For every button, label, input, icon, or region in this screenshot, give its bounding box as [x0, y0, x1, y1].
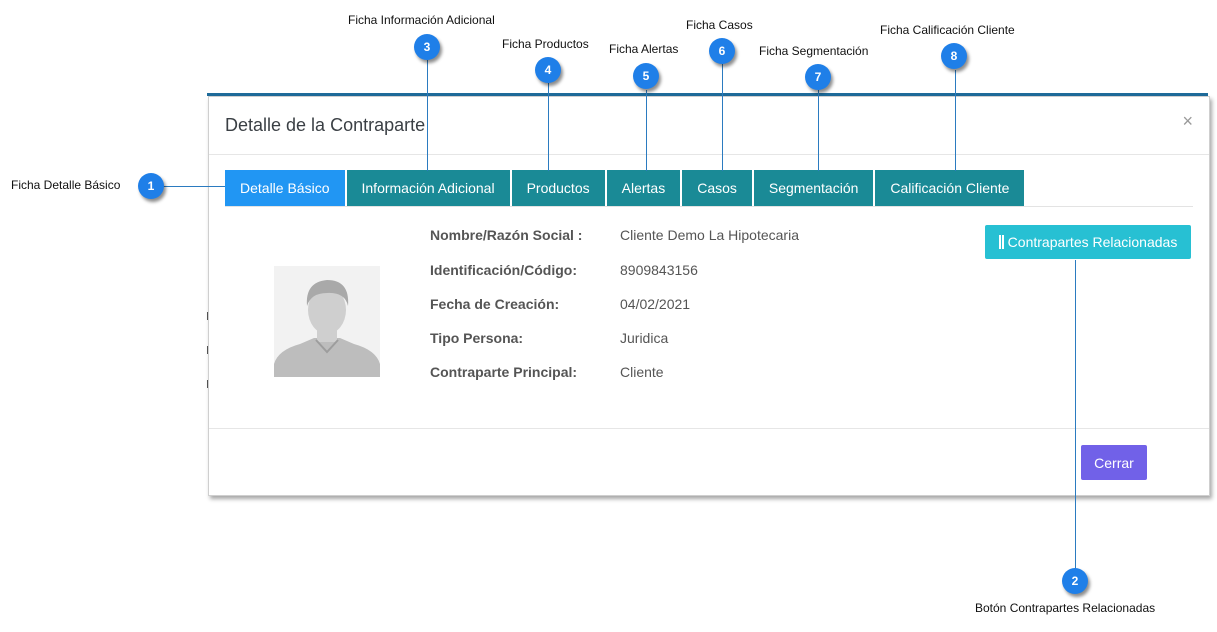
- callout-label-8: Ficha Calificación Cliente: [880, 23, 1015, 37]
- tab-divider: [225, 206, 1193, 207]
- callout-label-6: Ficha Casos: [686, 18, 753, 32]
- field-label-main-counterparty: Contraparte Principal:: [430, 364, 578, 380]
- callout-label-4: Ficha Productos: [502, 37, 589, 51]
- callout-label-3: Ficha Información Adicional: [348, 13, 495, 27]
- callout-badge-1: 1: [138, 173, 164, 199]
- callout-line-8: [955, 70, 956, 171]
- field-value-id: 8909843156: [620, 262, 698, 278]
- tab-informacion-adicional[interactable]: Información Adicional: [346, 170, 510, 206]
- field-label-name: Nombre/Razón Social :: [430, 227, 583, 243]
- tab-segmentacion[interactable]: Segmentación: [753, 170, 874, 206]
- modal-header: Detalle de la Contraparte ×: [209, 97, 1209, 155]
- columns-icon: [998, 235, 1004, 249]
- field-value-main-counterparty: Cliente: [620, 364, 664, 380]
- field-value-person-type: Juridica: [620, 330, 669, 346]
- field-label-created: Fecha de Creación:: [430, 296, 560, 312]
- field-label-id: Identificación/Código:: [430, 262, 577, 278]
- callout-label-2: Botón Contrapartes Relacionadas: [975, 601, 1156, 615]
- callout-line-3: [427, 60, 428, 171]
- callout-badge-4: 4: [535, 57, 561, 83]
- related-counterparties-label: Contrapartes Relacionadas: [1007, 234, 1178, 250]
- callout-label-5: Ficha Alertas: [609, 42, 679, 56]
- tab-casos[interactable]: Casos: [682, 170, 752, 206]
- tab-alertas[interactable]: Alertas: [606, 170, 681, 206]
- related-counterparties-button[interactable]: Contrapartes Relacionadas: [985, 225, 1191, 259]
- close-icon[interactable]: ×: [1182, 111, 1193, 132]
- callout-label-1: Ficha Detalle Básico: [11, 178, 121, 192]
- callout-badge-8: 8: [941, 43, 967, 69]
- callout-line-1: [163, 186, 225, 187]
- counterparty-detail-modal: Detalle de la Contraparte × Detalle Bási…: [208, 96, 1210, 496]
- close-button[interactable]: Cerrar: [1081, 445, 1147, 480]
- tab-bar: Detalle Básico Información Adicional Pro…: [225, 170, 1026, 206]
- modal-title: Detalle de la Contraparte: [225, 115, 426, 135]
- callout-badge-5: 5: [633, 63, 659, 89]
- tab-detalle-basico[interactable]: Detalle Básico: [225, 170, 345, 206]
- field-value-name: Cliente Demo La Hipotecaria: [620, 227, 799, 243]
- callout-line-6: [722, 64, 723, 171]
- field-label-person-type: Tipo Persona:: [430, 330, 524, 346]
- callout-line-4: [548, 83, 549, 171]
- callout-badge-3: 3: [414, 34, 440, 60]
- avatar-placeholder-icon: [274, 266, 380, 377]
- callout-label-7: Ficha Segmentación: [759, 44, 869, 58]
- callout-badge-6: 6: [709, 38, 735, 64]
- field-value-created: 04/02/2021: [620, 296, 691, 312]
- tab-calificacion-cliente[interactable]: Calificación Cliente: [875, 170, 1025, 206]
- callout-badge-7: 7: [805, 64, 831, 90]
- modal-footer-divider: [209, 428, 1209, 429]
- callout-line-5: [646, 90, 647, 171]
- tab-productos[interactable]: Productos: [511, 170, 605, 206]
- callout-line-2: [1075, 260, 1076, 569]
- callout-line-7: [818, 90, 819, 171]
- callout-badge-2: 2: [1062, 568, 1088, 594]
